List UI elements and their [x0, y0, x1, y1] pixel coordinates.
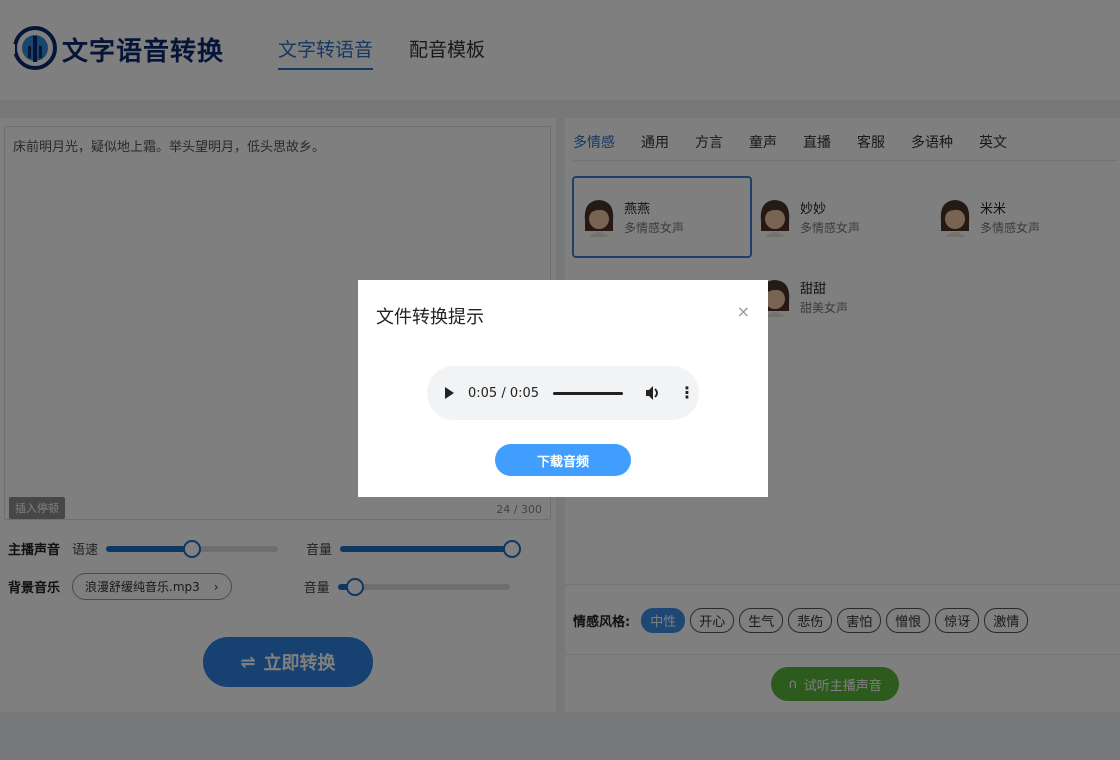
conversion-dialog: 文件转换提示 × 0:05 / 0:05 ⋮ 下载音频	[358, 280, 768, 497]
audio-player: 0:05 / 0:05 ⋮	[427, 366, 699, 420]
audio-time: 0:05 / 0:05	[468, 385, 540, 401]
more-options-icon[interactable]: ⋮	[679, 385, 695, 401]
audio-progress-bar[interactable]	[553, 391, 624, 395]
download-audio-button[interactable]: 下载音频	[495, 444, 631, 476]
dialog-title: 文件转换提示	[376, 307, 484, 328]
volume-icon[interactable]	[645, 385, 661, 401]
play-icon[interactable]	[445, 387, 454, 399]
close-icon[interactable]: ×	[737, 302, 750, 321]
